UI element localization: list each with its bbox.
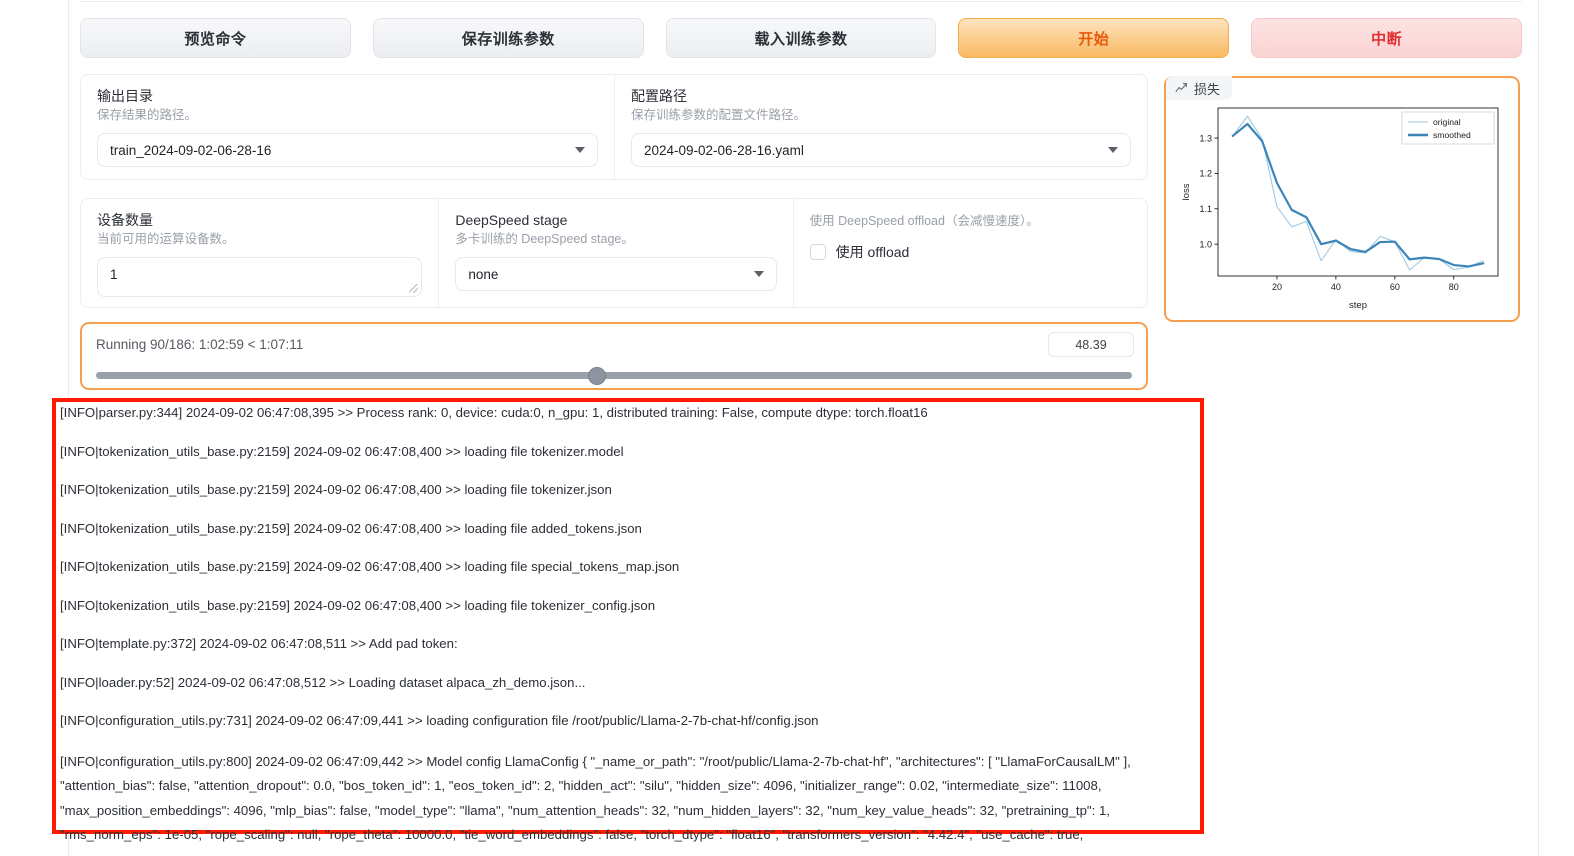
paths-panel: 输出目录 保存结果的路径。 train_2024-09-02-06-28-16 … <box>80 74 1148 180</box>
chevron-down-icon <box>1108 147 1118 153</box>
log-output[interactable]: [INFO|parser.py:344] 2024-09-02 06:47:08… <box>60 404 1260 856</box>
deepspeed-stage-value: none <box>468 266 499 282</box>
abort-button-label: 中断 <box>1371 30 1403 48</box>
offload-hint: 使用 DeepSpeed offload（会减慢速度）。 <box>809 214 1039 228</box>
compute-panel: 设备数量 当前可用的运算设备数。 1 DeepSpeed stage 多卡训练的… <box>80 198 1148 308</box>
config-path-value: 2024-09-02-06-28-16.yaml <box>644 142 804 158</box>
load-train-args-button[interactable]: 载入训练参数 <box>665 18 937 58</box>
log-line: [INFO|tokenization_utils_base.py:2159] 2… <box>60 482 612 497</box>
output-dir-hint: 保存结果的路径。 <box>97 108 198 122</box>
preview-command-button-label: 预览命令 <box>184 30 247 48</box>
log-config-line: [INFO|configuration_utils.py:800] 2024-0… <box>60 753 1131 769</box>
device-count-input[interactable]: 1 <box>97 257 423 297</box>
config-path-dropdown[interactable]: 2024-09-02-06-28-16.yaml <box>631 133 1131 167</box>
resize-grip-icon[interactable] <box>409 284 419 293</box>
save-train-args-button[interactable]: 保存训练参数 <box>372 18 644 58</box>
start-button[interactable]: 开始 <box>958 18 1230 58</box>
loss-chart-svg: 20 40 60 80 1.0 1.1 1.2 1.3 step loss original smoo… <box>1181 107 1499 311</box>
offload-checkbox-row[interactable]: 使用 offload <box>809 242 1131 262</box>
progress-panel: Running 90/186: 1:02:59 < 1:07:11 48.39 <box>80 322 1148 390</box>
preview-command-button[interactable]: 预览命令 <box>80 18 351 58</box>
x-tick-label: 60 <box>1390 282 1400 292</box>
log-config-line: "attention_bias": false, "attention_drop… <box>60 778 1102 793</box>
device-count-label: 设备数量 <box>97 212 153 228</box>
offload-checkbox-label: 使用 offload <box>835 244 910 260</box>
abort-button[interactable]: 中断 <box>1251 18 1522 58</box>
log-config-line: "max_position_embeddings": 4096, "mlp_bi… <box>60 802 1110 818</box>
y-tick-label: 1.3 <box>1199 133 1212 143</box>
device-count-hint: 当前可用的运算设备数。 <box>97 232 235 246</box>
deepspeed-stage-cell: DeepSpeed stage 多卡训练的 DeepSpeed stage。 n… <box>438 199 792 307</box>
progress-slider-track[interactable] <box>96 372 1132 379</box>
load-train-args-button-label: 载入训练参数 <box>754 30 848 48</box>
y-tick-label: 1.0 <box>1199 239 1212 249</box>
log-line: [INFO|parser.py:344] 2024-09-02 06:47:08… <box>60 405 928 420</box>
output-dir-cell: 输出目录 保存结果的路径。 train_2024-09-02-06-28-16 <box>81 75 614 179</box>
deepspeed-stage-dropdown[interactable]: none <box>455 257 777 291</box>
legend-label-original: original <box>1433 117 1461 127</box>
save-train-args-button-label: 保存训练参数 <box>461 30 555 48</box>
log-line: [INFO|tokenization_utils_base.py:2159] 2… <box>60 597 656 613</box>
chevron-down-icon <box>753 271 764 277</box>
action-button-row: 预览命令 保存训练参数 载入训练参数 开始 中断 <box>80 18 1522 58</box>
top-divider <box>80 1 1522 2</box>
device-count-value: 1 <box>110 267 118 282</box>
x-tick-label: 80 <box>1449 282 1459 292</box>
log-config-line: "rms_norm_eps": 1e-05, "rope_scaling": n… <box>60 827 1084 842</box>
log-config-block: [INFO|configuration_utils.py:800] 2024-0… <box>60 751 1260 846</box>
progress-status: Running 90/186: 1:02:59 < 1:07:11 <box>96 337 304 352</box>
log-line: [INFO|loader.py:52] 2024-09-02 06:47:08,… <box>60 674 586 690</box>
legend-label-smoothed: smoothed <box>1433 130 1471 140</box>
tab-loss-label: 损失 <box>1194 81 1221 97</box>
config-path-label: 配置路径 <box>631 88 687 104</box>
config-path-hint: 保存训练参数的配置文件路径。 <box>631 108 807 122</box>
log-line: [INFO|tokenization_utils_base.py:2159] 2… <box>60 559 680 574</box>
y-tick-label: 1.1 <box>1199 204 1212 214</box>
progress-value: 48.39 <box>1048 332 1134 357</box>
chart-line-icon <box>1175 82 1187 92</box>
offload-cell: 使用 DeepSpeed offload（会减慢速度）。 使用 offload <box>792 199 1147 307</box>
log-line: [INFO|tokenization_utils_base.py:2159] 2… <box>60 520 642 536</box>
x-tick-label: 20 <box>1272 282 1282 292</box>
log-line: [INFO|configuration_utils.py:731] 2024-0… <box>60 713 819 728</box>
offload-checkbox[interactable] <box>809 244 826 260</box>
deepspeed-stage-label: DeepSpeed stage <box>455 212 568 228</box>
output-dir-label: 输出目录 <box>97 88 153 104</box>
progress-slider-knob[interactable] <box>587 367 606 385</box>
output-dir-value: train_2024-09-02-06-28-16 <box>110 142 272 158</box>
loss-panel: 20 40 60 80 1.0 1.1 1.2 1.3 step loss original smoo… <box>1164 76 1520 322</box>
deepspeed-stage-hint: 多卡训练的 DeepSpeed stage。 <box>455 232 634 246</box>
y-tick-label: 1.2 <box>1199 169 1212 179</box>
y-axis-label: loss <box>1181 183 1192 200</box>
tab-loss[interactable]: 损失 <box>1166 76 1233 100</box>
config-path-cell: 配置路径 保存训练参数的配置文件路径。 2024-09-02-06-28-16.… <box>614 75 1147 179</box>
chevron-down-icon <box>575 147 585 153</box>
start-button-label: 开始 <box>1078 30 1110 48</box>
app-root: 预览命令 保存训练参数 载入训练参数 开始 中断 输出目录 保存结果的路径。 train… <box>0 0 1574 856</box>
x-axis-label: step <box>1349 300 1367 311</box>
output-dir-dropdown[interactable]: train_2024-09-02-06-28-16 <box>97 133 598 167</box>
right-rail-divider <box>1538 0 1539 856</box>
log-line: [INFO|template.py:372] 2024-09-02 06:47:… <box>60 636 458 651</box>
loss-chart: 20 40 60 80 1.0 1.1 1.2 1.3 step loss original smoo… <box>1178 100 1506 312</box>
x-tick-label: 40 <box>1331 282 1341 292</box>
log-line: [INFO|tokenization_utils_base.py:2159] 2… <box>60 443 624 459</box>
device-count-cell: 设备数量 当前可用的运算设备数。 1 <box>81 199 438 307</box>
